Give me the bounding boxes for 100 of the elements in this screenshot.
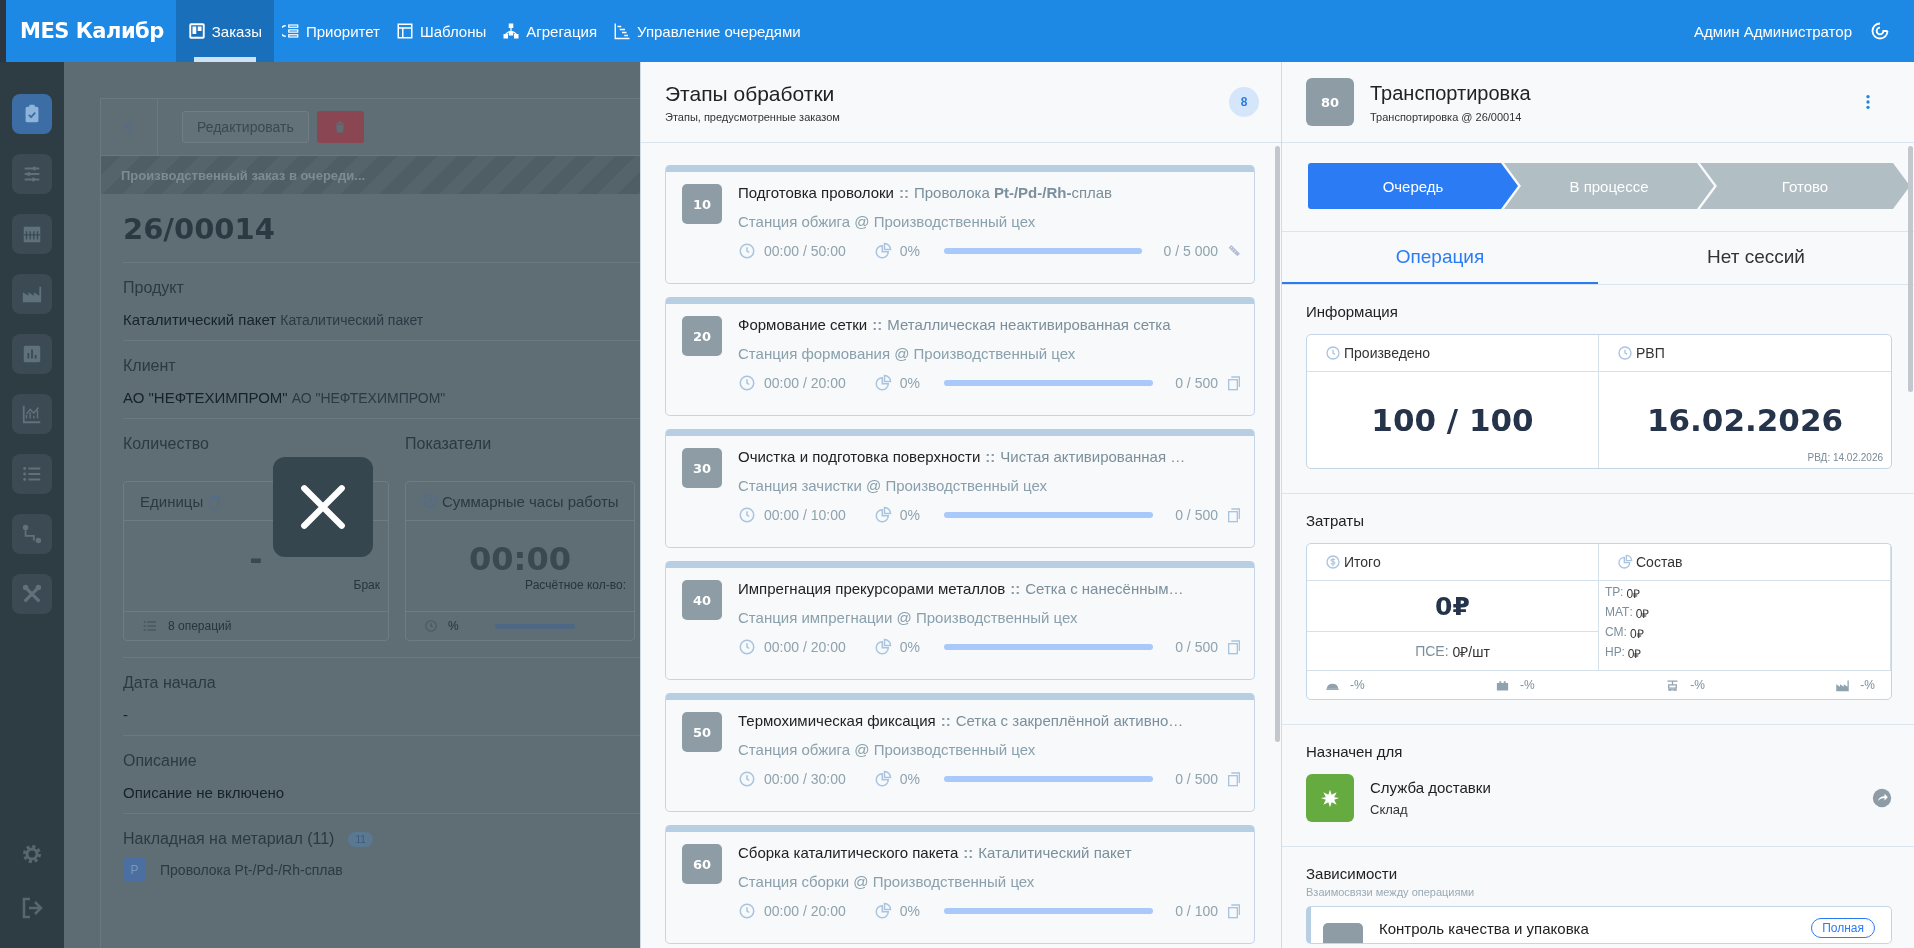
clock-icon [738,638,756,656]
percent-value: 0% [899,507,920,523]
station-name: Станция обжига @ Производственный цех [738,741,1037,758]
nav-tab[interactable]: Приоритет [273,0,388,62]
stage-number: 60 [682,844,722,884]
stage-card[interactable]: 40 Импрегнация прекурсорами металлов :: Сетка с нанесённым… Станция импрегнации @ Производственный цех 00:00 / 20:00 0% 0 / 500 [665,561,1255,680]
cost-label: СМ: [1605,625,1627,641]
dependency-card[interactable]: Контроль качества и упаковка Полная [1306,906,1892,944]
priority-icon [281,22,300,40]
station-name: Станция импрегнации @ Производственный цех [738,609,1079,626]
stage-number: 10 [682,184,722,224]
hierarchy-icon [502,22,521,40]
percent-value: 0% [899,771,920,787]
section-subtitle: Взаимосвязи между операциями [1306,886,1476,898]
user-name[interactable]: Админ Администратор [1693,0,1870,62]
percent-value: % [448,619,459,633]
nav-tab[interactable]: Агрегация [494,0,606,62]
stage-card[interactable]: 20 Формование сетки :: Металлическая неактивированная сетка Станция формования @ Производственный цех 00:00 / 20:00 0% 0 / 500 [665,297,1255,416]
clock-icon [1617,345,1633,361]
clock-icon [738,770,756,788]
nav-tab[interactable]: Шаблоны [387,0,495,62]
quantity-value: 0 / 500 [1175,507,1218,523]
clock-icon [1325,345,1341,361]
operation-number: 80 [1306,78,1354,126]
scrollbar-thumb[interactable] [1275,146,1280,742]
sidebar-item[interactable] [12,214,52,254]
cost-label: ПСЕ: [1415,643,1449,659]
sidebar-item[interactable] [12,334,52,374]
time-value: 00:00 / 50:00 [764,243,846,259]
percent-value: 0% [899,243,920,259]
cost-value: 0₽/шт [1452,642,1490,661]
product-name: Сетка с закреплённой активно… [955,712,1184,729]
share-value: -% [1350,678,1365,692]
status-step[interactable]: Очередь [1308,163,1518,209]
app-logo[interactable]: MES Калибр [6,0,176,62]
count-badge: 8 [1229,87,1259,117]
time-value: 00:00 / 10:00 [764,507,846,523]
field-value: Каталитический пакет [123,311,277,328]
tools-icon [21,583,43,605]
clock-icon [738,374,756,392]
nav-tab[interactable]: Заказы [175,0,274,62]
sidebar-item[interactable] [12,574,52,614]
stage-card[interactable]: 30 Очистка и подготовка поверхности :: Чистая активированная … Станция зачистки @ Производственный цех 00:00 / 10:00 0% 0 / 500 [665,429,1255,548]
scrollbar-thumb[interactable] [1908,146,1913,392]
star-icon [1320,788,1340,808]
sidebar-item[interactable] [12,154,52,194]
clock-icon [422,493,438,509]
cost-label: ТР: [1605,585,1624,601]
section-heading: Информация [1306,303,1399,320]
station-name: Станция обжига @ Производственный цех [738,213,1037,230]
ruler-icon [1226,243,1242,259]
stage-card[interactable]: 60 Сборка каталитического пакета :: Каталитический пакет Станция сборки @ Производственный цех 00:00 / 20:00 0% 0 / 100 [665,825,1255,944]
percent-value: 0% [899,375,920,391]
product-name: Сетка с нанесённым… [1025,580,1184,597]
close-button[interactable] [273,457,373,557]
sidebar-item[interactable] [12,94,52,134]
stage-title: Термохимическая фиксация [738,712,936,729]
info-value: 16.02.2026 [1646,402,1844,438]
quantity-value: 0 / 100 [1175,903,1218,919]
time-value: 00:00 / 20:00 [764,903,846,919]
stage-title: Подготовка проволоки [738,184,894,201]
stage-card[interactable]: 50 Термохимическая фиксация :: Сетка с закреплённой активно… Станция обжига @ Производственный цех 00:00 / 30:00 0% 0 / 500 [665,693,1255,812]
pie-chart-icon [873,374,892,392]
column-title: Состав [1636,554,1683,570]
cost-value: 0₽ [1627,646,1642,662]
column-title: РВП [1636,345,1665,361]
operation-title: Транспортировка [1370,81,1531,105]
tab[interactable]: Операция [1282,232,1598,284]
tab[interactable]: Нет сессий [1598,232,1914,284]
settings-icon [20,842,44,866]
time-value: 00:00 / 30:00 [764,771,846,787]
metric-note: Брак [353,578,380,592]
operation-subtitle: Транспортировка @ 26/00014 [1370,110,1523,123]
sidebar-item[interactable] [12,274,52,314]
product-name: Каталитический пакет [978,844,1132,861]
sidebar-item[interactable] [12,394,52,434]
clock-icon [738,506,756,524]
nav-tab[interactable]: Управление очередями [605,0,809,62]
separator-mark: :: [1010,580,1021,597]
share-value: -% [1860,678,1875,692]
sidebar-item[interactable] [12,454,52,494]
machine-icon [1665,677,1681,693]
product-name: Металлическая неактивированная сетка [887,316,1171,333]
clock-icon [738,902,756,920]
swirl-icon [1870,21,1890,41]
percent-value: 0% [899,639,920,655]
time-value: 00:00 / 20:00 [764,639,846,655]
section-heading: Назначен для [1306,743,1404,760]
open-button[interactable] [1872,788,1892,808]
copy-icon [1226,375,1242,391]
station-name: Станция сборки @ Производственный цех [738,873,1036,890]
stage-number: 30 [682,448,722,488]
operations-count: 8 операций [168,619,232,633]
stage-card[interactable]: 10 Подготовка проволоки :: Проволока Pt-/Pd-/Rh-сплав Станция обжига @ Производственный цех 00:00 / 50:00 0% 0 / 5 000 [665,165,1255,284]
panel-subtitle: Этапы, предусмотренные заказом [665,110,840,123]
cost-label: НР: [1605,645,1625,661]
delete-button[interactable] [316,111,364,143]
pie-chart-icon [873,902,892,920]
sidebar-item[interactable] [12,514,52,554]
close-icon [298,482,348,532]
